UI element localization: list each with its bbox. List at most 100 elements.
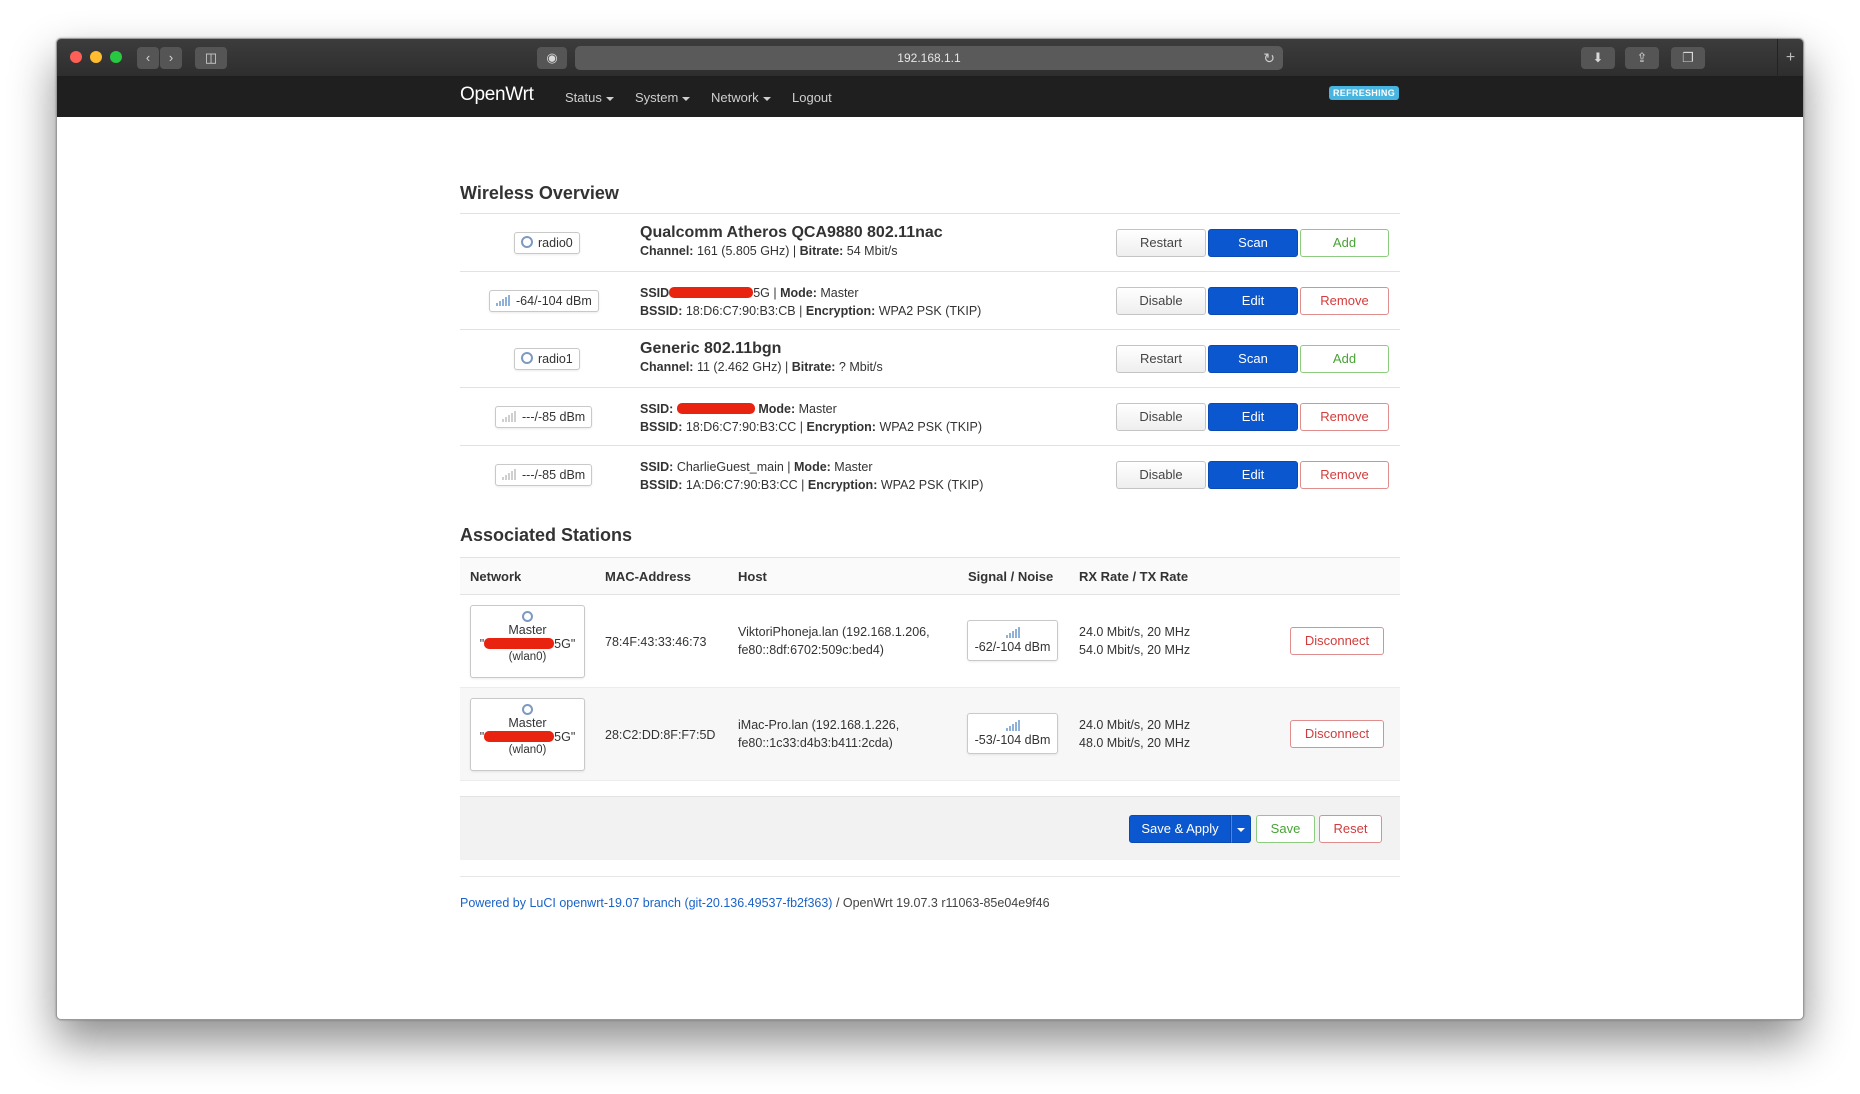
save-apply-button[interactable]: Save & Apply (1129, 815, 1231, 843)
encryption-label: Encryption: (805, 304, 876, 318)
caret-down-icon (682, 96, 691, 101)
tabs-overview-icon[interactable]: ❐ (1671, 47, 1705, 69)
edit-button[interactable]: Edit (1208, 461, 1298, 489)
scan-button[interactable]: Scan (1208, 345, 1298, 373)
bitrate-value: 54 Mbit/s (843, 244, 898, 258)
radio-badge: radio0 (514, 232, 580, 254)
column-header-rate: RX Rate / TX Rate (1079, 569, 1189, 584)
redaction-mark (484, 638, 555, 649)
bssid-line: BSSID: 18:D6:C7:90:B3:CB | Encryption: W… (640, 302, 981, 320)
brand-logo[interactable]: OpenWrt (460, 84, 534, 106)
network-interface: (wlan0) (508, 744, 547, 756)
restart-button[interactable]: Restart (1116, 345, 1206, 373)
rx-rate: 24.0 Mbit/s, 20 MHz (1079, 718, 1191, 732)
reload-icon[interactable]: ↻ (1263, 46, 1275, 70)
bssid-value: 18:D6:C7:90:B3:CB | (682, 304, 806, 318)
back-icon[interactable]: ‹ (137, 47, 159, 69)
column-header-host: Host (738, 569, 767, 584)
encryption-value: WPA2 PSK (TKIP) (877, 478, 984, 492)
wireless-network-row: ---/-85 dBm SSID: Mode: Master BSSID: 18… (460, 387, 1400, 445)
channel-value: 11 (2.462 GHz) | (693, 360, 792, 374)
radio-name: radio1 (538, 352, 573, 366)
wireless-network-row: -64/-104 dBm SSID 5G | Mode: Master BSSID… (460, 271, 1400, 329)
add-button[interactable]: Add (1300, 345, 1389, 373)
menu-network[interactable]: Network (711, 90, 771, 105)
signal-value: -64/-104 dBm (516, 294, 592, 308)
tx-rate: 48.0 Mbit/s, 20 MHz (1079, 736, 1191, 750)
caret-down-icon (762, 96, 771, 101)
refreshing-badge[interactable]: REFRESHING (1329, 86, 1400, 100)
encryption-label: Encryption: (807, 478, 878, 492)
bssid-label: BSSID: (640, 304, 683, 318)
scan-button[interactable]: Scan (1208, 229, 1298, 257)
device-info: Qualcomm Atheros QCA9880 802.11nac Chann… (640, 224, 943, 260)
reset-button[interactable]: Reset (1319, 815, 1382, 843)
luci-link[interactable]: Powered by LuCI openwrt-19.07 branch (gi… (460, 896, 832, 910)
wireless-overview-heading: Wireless Overview (460, 183, 619, 203)
device-title: Generic 802.11bgn (640, 340, 782, 357)
top-navbar: OpenWrt Status System Network Logout REF… (57, 77, 1803, 117)
remove-button[interactable]: Remove (1300, 403, 1389, 431)
no-signal-icon (502, 411, 516, 422)
bitrate-label: Bitrate: (791, 360, 836, 374)
version-text: / OpenWrt 19.07.3 r11063-85e04e9f46 (832, 896, 1050, 910)
wifi-radio-icon (522, 704, 533, 715)
channel-value: 161 (5.805 GHz) | (693, 244, 800, 258)
ssid-label: SSID: (640, 460, 674, 474)
wireless-device-row: radio0 Qualcomm Atheros QCA9880 802.11na… (460, 213, 1400, 271)
device-title: Qualcomm Atheros QCA9880 802.11nac (640, 224, 943, 241)
host-name: iMac-Pro.lan (192.168.1.226, (738, 718, 900, 732)
bitrate-value: ? Mbit/s (835, 360, 883, 374)
share-icon[interactable]: ⇪ (1625, 47, 1659, 69)
menu-status[interactable]: Status (565, 90, 614, 105)
address-bar[interactable]: 192.168.1.1 ↻ (575, 46, 1283, 70)
add-button[interactable]: Add (1300, 229, 1389, 257)
edit-button[interactable]: Edit (1208, 403, 1298, 431)
downloads-icon[interactable]: ⬇ (1581, 47, 1615, 69)
new-tab-icon[interactable]: + (1777, 39, 1803, 77)
menu-logout[interactable]: Logout (792, 90, 832, 105)
signal-value: ---/-85 dBm (522, 468, 586, 482)
save-apply-dropdown[interactable] (1231, 815, 1251, 843)
mac-address: 28:C2:DD:8F:F7:5D (605, 728, 716, 742)
network-badge: Master " 5G" (wlan0) (470, 698, 585, 771)
remove-button[interactable]: Remove (1300, 461, 1389, 489)
menu-system[interactable]: System (635, 90, 691, 105)
mode-value: Master (816, 286, 859, 300)
encryption-value: WPA2 PSK (TKIP) (875, 304, 982, 318)
signal-strength-icon (1005, 720, 1020, 731)
extension-icon[interactable]: ◉ (537, 47, 567, 69)
save-button[interactable]: Save (1256, 815, 1315, 843)
bssid-label: BSSID: (640, 420, 683, 434)
menu-network-label: Network (711, 90, 759, 105)
disconnect-button[interactable]: Disconnect (1290, 627, 1384, 655)
form-actions: Save & Apply Save Reset (460, 796, 1400, 860)
minimize-window-button[interactable] (90, 51, 102, 63)
restart-button[interactable]: Restart (1116, 229, 1206, 257)
host-cell: ViktoriPhoneja.lan (192.168.1.206, fe80:… (738, 623, 930, 659)
zoom-window-button[interactable] (110, 51, 122, 63)
column-header-network: Network (470, 569, 522, 584)
disable-button[interactable]: Disable (1116, 461, 1206, 489)
mode-value: Master (795, 402, 837, 416)
disable-button[interactable]: Disable (1116, 287, 1206, 315)
edit-button[interactable]: Edit (1208, 287, 1298, 315)
device-info: Generic 802.11bgn Channel: 11 (2.462 GHz… (640, 340, 883, 376)
column-header-mac: MAC-Address (605, 569, 691, 584)
rate-cell: 24.0 Mbit/s, 20 MHz 48.0 Mbit/s, 20 MHz (1079, 716, 1190, 752)
disable-button[interactable]: Disable (1116, 403, 1206, 431)
url-text: 192.168.1.1 (897, 51, 961, 65)
ssid-line: SSID 5G | Mode: Master (640, 284, 981, 302)
browser-window: ‹ › ◫ ◉ 192.168.1.1 ↻ ⬇ ⇪ ❐ + OpenWrt St… (56, 38, 1804, 1020)
signal-strength-icon (496, 295, 510, 306)
redaction-mark (484, 731, 555, 742)
browser-toolbar: ‹ › ◫ ◉ 192.168.1.1 ↻ ⬇ ⇪ ❐ + (57, 39, 1803, 77)
network-ssid: " 5G" (479, 730, 576, 744)
remove-button[interactable]: Remove (1300, 287, 1389, 315)
forward-icon[interactable]: › (160, 47, 182, 69)
ssid-value: CharlieGuest_main | (673, 460, 795, 474)
disconnect-button[interactable]: Disconnect (1290, 720, 1384, 748)
close-window-button[interactable] (70, 51, 82, 63)
bssid-value: 1A:D6:C7:90:B3:CC | (682, 478, 808, 492)
sidebar-icon[interactable]: ◫ (195, 47, 227, 69)
